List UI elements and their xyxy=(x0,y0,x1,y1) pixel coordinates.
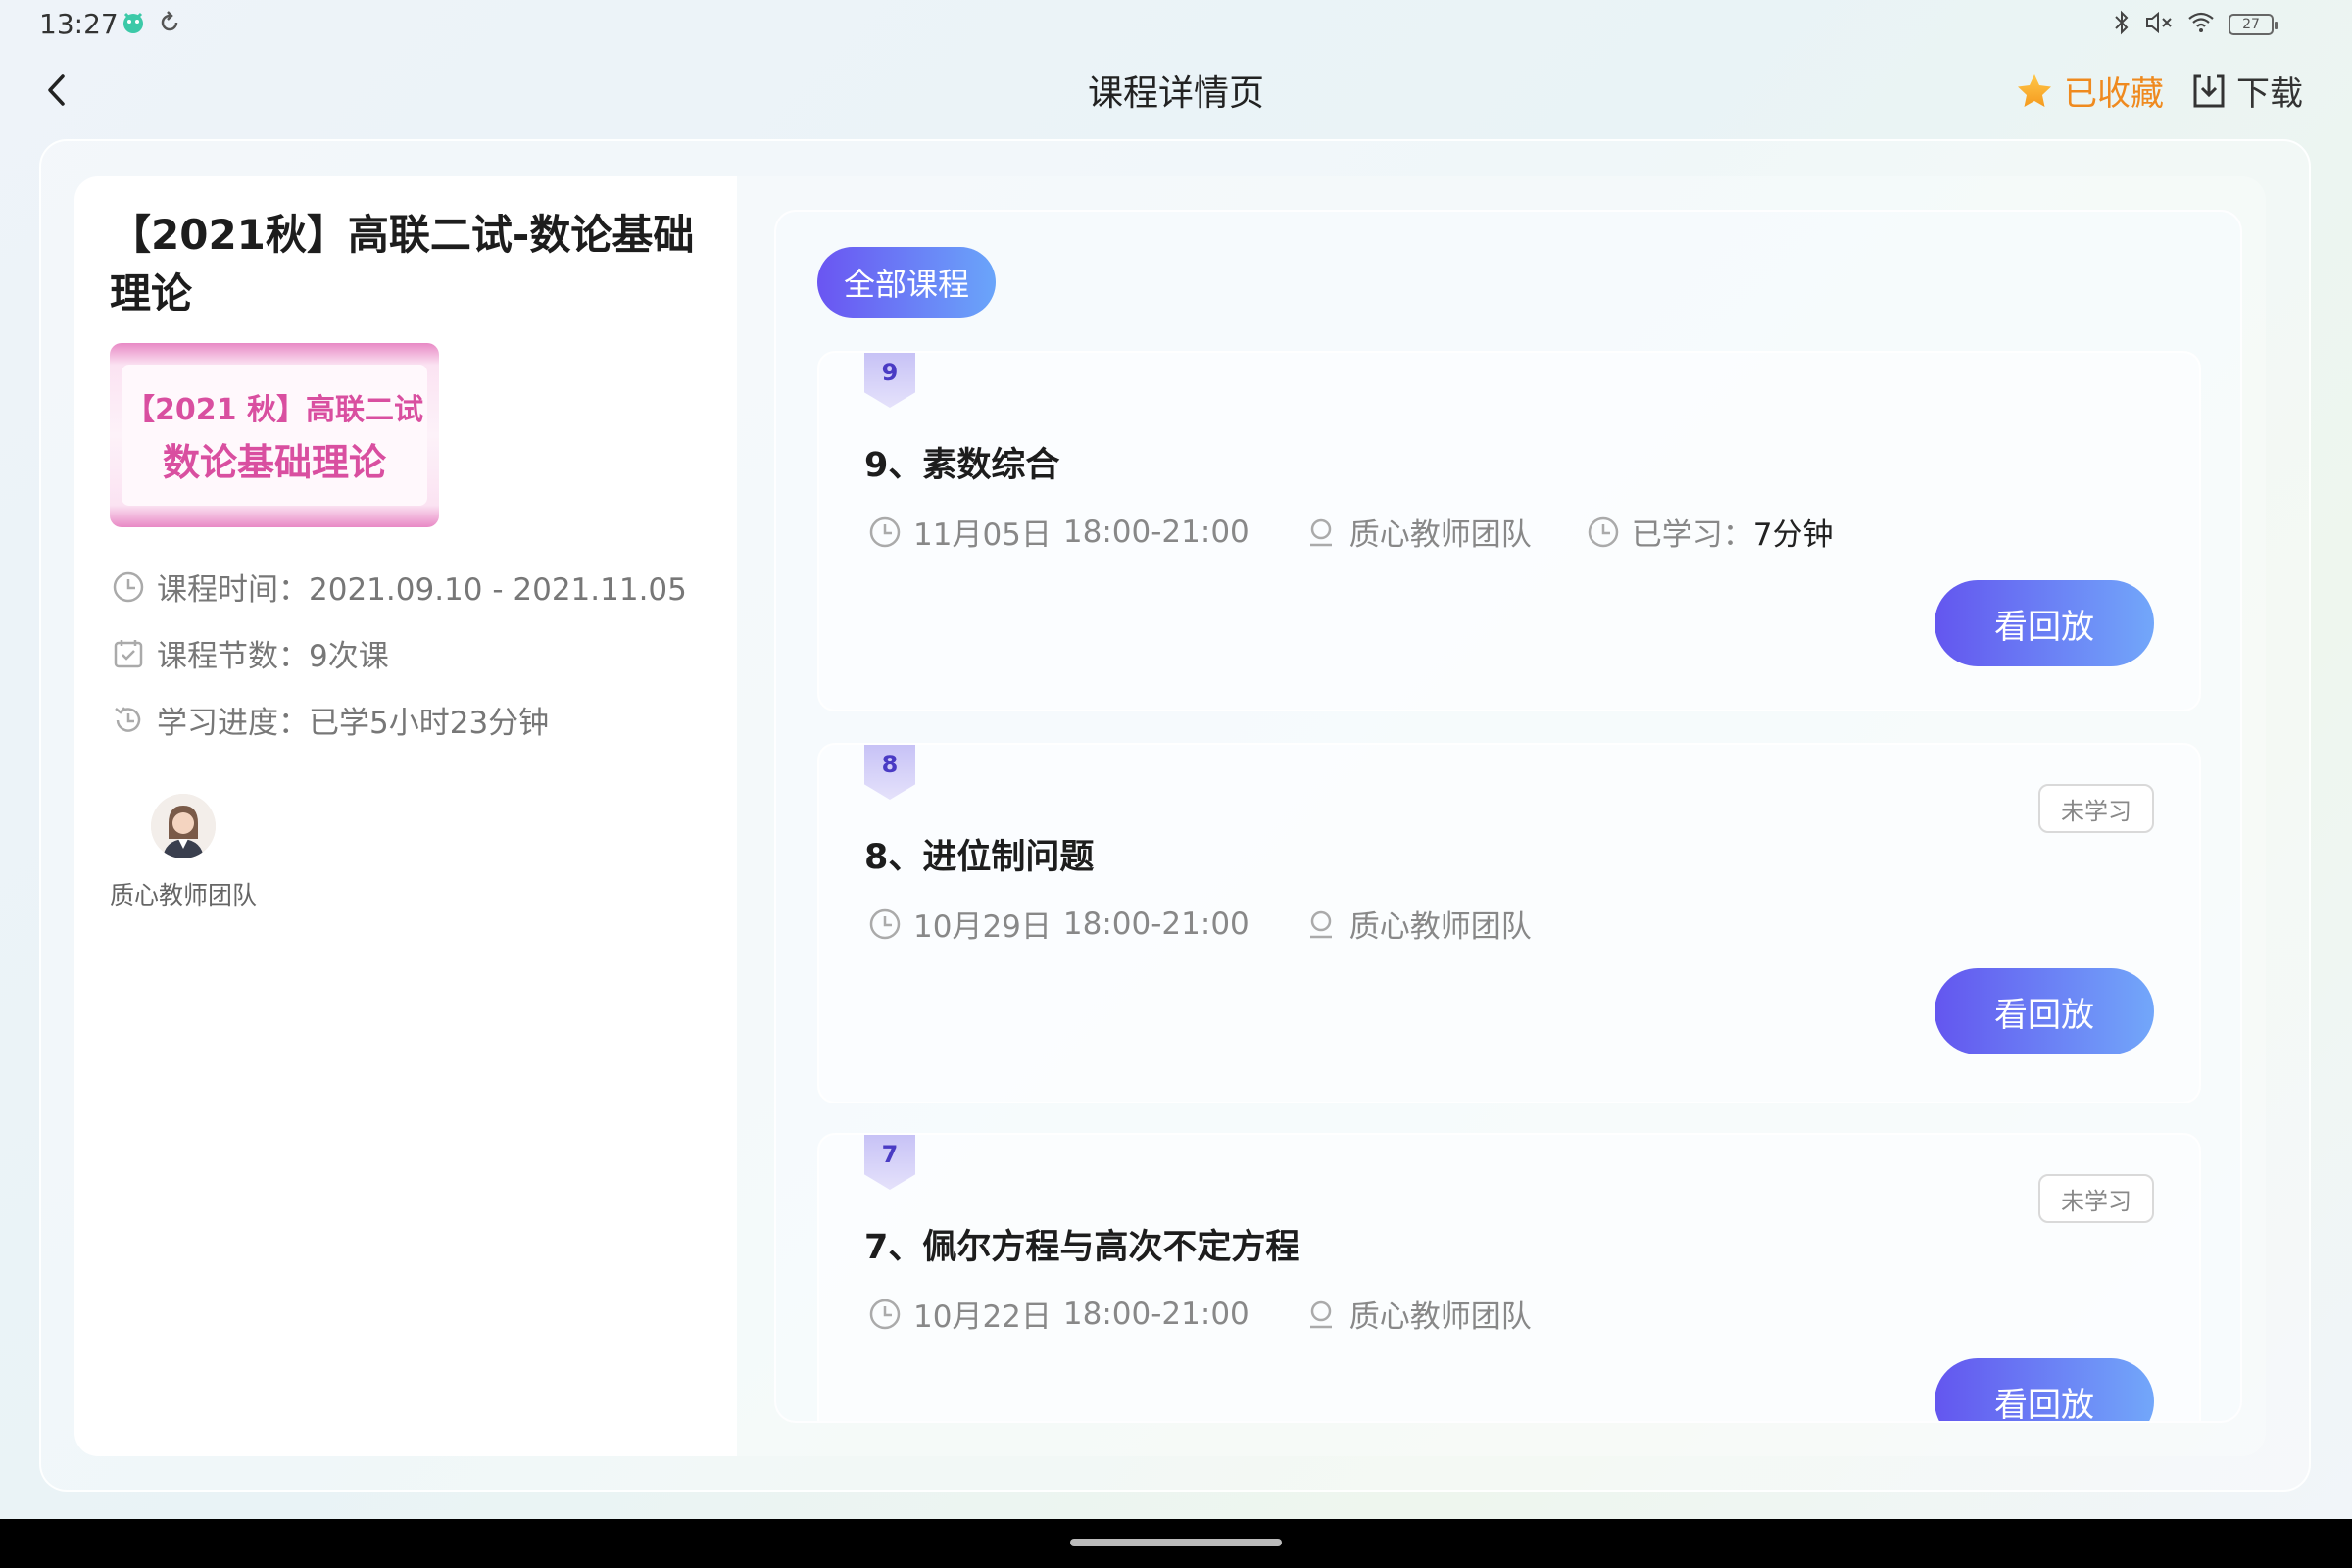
replay-button[interactable]: 看回放 xyxy=(1935,580,2154,666)
clock-icon xyxy=(113,571,144,602)
tab-all-lessons[interactable]: 全部课程 xyxy=(817,247,996,318)
lesson-time: 18:00-21:00 xyxy=(1062,906,1250,942)
system-nav-bar xyxy=(0,1519,2352,1568)
favorite-label: 已收藏 xyxy=(2064,74,2164,114)
teacher-card[interactable]: 质心教师团队 xyxy=(110,794,257,911)
person-icon xyxy=(1309,518,1332,546)
course-sessions-row: 课程节数：9次课 xyxy=(112,631,389,675)
download-label: 下载 xyxy=(2236,74,2303,114)
course-title: 【2021秋】高联二试-数论基础理论 xyxy=(110,211,695,318)
course-info-panel: 【2021秋】高联二试-数论基础理论 【2021 秋】高联二试 数论基础理论 课… xyxy=(74,176,737,1456)
lesson-teacher: 质心教师团队 xyxy=(1348,517,1532,553)
lesson-title: 9、素数综合 xyxy=(864,446,1060,485)
teacher-name: 质心教师团队 xyxy=(110,881,258,909)
lesson-title: 7、佩尔方程与高次不定方程 xyxy=(864,1228,1300,1267)
lesson-number-badge: 9 xyxy=(864,353,915,408)
course-cover: 【2021 秋】高联二试 数论基础理论 xyxy=(110,343,439,527)
clock-icon xyxy=(869,1298,901,1329)
course-sessions-label: 课程节数： xyxy=(157,639,309,674)
status-time: 13:27 xyxy=(39,8,119,40)
lesson-teacher: 质心教师团队 xyxy=(1348,1299,1532,1335)
lesson-card[interactable]: 8 未学习 8、进位制问题 10月29日 18:00-21:00 质心教师团队 … xyxy=(817,743,2201,1103)
clock-icon xyxy=(1588,516,1619,547)
course-time-label: 课程时间： xyxy=(157,572,309,608)
lesson-number-badge: 7 xyxy=(864,1135,915,1190)
course-time-value: 2021.09.10 - 2021.11.05 xyxy=(309,572,687,608)
avatar xyxy=(151,794,216,858)
cover-line1: 【2021 秋】高联二试 xyxy=(125,392,423,427)
download-button[interactable]: 下载 xyxy=(2191,67,2303,115)
star-icon xyxy=(2018,74,2051,107)
lesson-studied-value: 7分钟 xyxy=(1752,517,1834,553)
home-gesture-bar[interactable] xyxy=(1070,1539,1282,1546)
calendar-check-icon xyxy=(114,639,143,667)
page-title: 课程详情页 xyxy=(1087,74,1264,114)
lesson-date: 10月29日 xyxy=(913,909,1052,945)
lesson-card[interactable]: 9 9、素数综合 11月05日 18:00-21:00 质心教师团队 已学习：7… xyxy=(817,351,2201,711)
status-badge: 未学习 xyxy=(2038,1174,2154,1223)
history-icon xyxy=(115,706,141,732)
lesson-teacher: 质心教师团队 xyxy=(1348,909,1532,945)
course-time-row: 课程时间：2021.09.10 - 2021.11.05 xyxy=(112,564,687,609)
favorite-button[interactable]: 已收藏 xyxy=(2015,67,2164,115)
lesson-card[interactable]: 7 未学习 7、佩尔方程与高次不定方程 10月22日 18:00-21:00 质… xyxy=(817,1133,2201,1421)
clock-icon xyxy=(869,908,901,939)
header: 课程详情页 已收藏 下载 xyxy=(0,55,2352,125)
lesson-studied-label: 已学习： xyxy=(1631,517,1753,553)
clock-icon xyxy=(869,516,901,547)
person-icon xyxy=(1309,910,1332,938)
lesson-time: 18:00-21:00 xyxy=(1062,514,1250,550)
course-progress-row: 学习进度：已学5小时23分钟 xyxy=(112,698,549,742)
status-bar: 13:27 27 xyxy=(0,0,2352,49)
bluetooth-icon xyxy=(2113,10,2131,39)
lesson-date: 11月05日 xyxy=(913,517,1052,553)
app-notification-icon xyxy=(120,10,147,39)
course-progress-label: 学习进度： xyxy=(157,706,309,741)
lesson-date: 10月22日 xyxy=(913,1299,1052,1335)
course-progress-value: 已学5小时23分钟 xyxy=(309,706,550,741)
cover-line2: 数论基础理论 xyxy=(162,440,386,484)
replay-button[interactable]: 看回放 xyxy=(1935,1358,2154,1421)
lesson-time: 18:00-21:00 xyxy=(1062,1296,1250,1332)
download-icon xyxy=(2193,74,2225,107)
wifi-icon xyxy=(2187,11,2215,38)
battery-icon: 27 xyxy=(2229,14,2278,35)
mute-icon xyxy=(2144,10,2174,39)
lesson-number-badge: 8 xyxy=(864,745,915,800)
sync-icon xyxy=(157,10,182,39)
lesson-title: 8、进位制问题 xyxy=(864,838,1095,877)
course-sessions-value: 9次课 xyxy=(309,639,389,674)
lesson-list[interactable]: 全部课程 9 9、素数综合 11月05日 18:00-21:00 质心教师团队 … xyxy=(774,210,2242,1423)
status-badge: 未学习 xyxy=(2038,784,2154,833)
person-icon xyxy=(1309,1300,1332,1328)
replay-button[interactable]: 看回放 xyxy=(1935,968,2154,1054)
